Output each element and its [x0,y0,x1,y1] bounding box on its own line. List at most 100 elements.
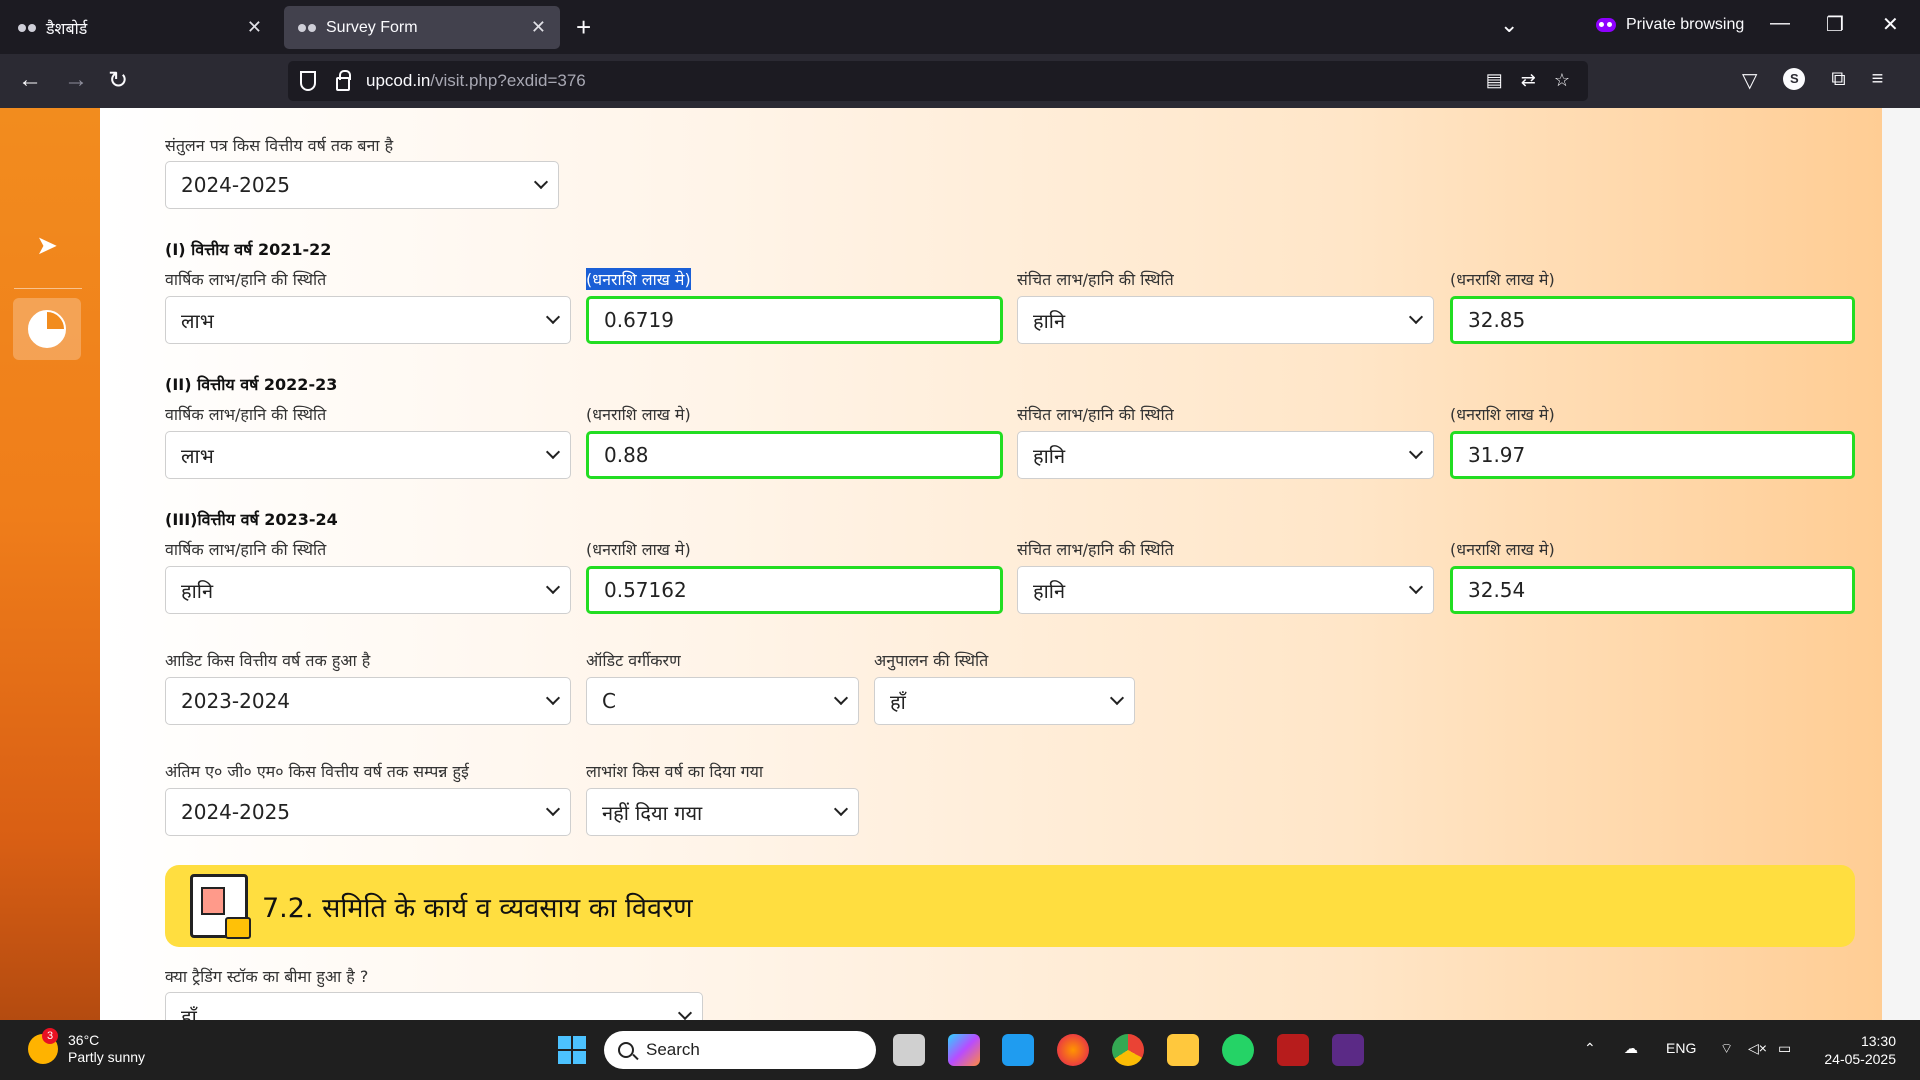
language-indicator[interactable]: ENG [1666,1040,1696,1056]
chevron-down-icon [677,1005,693,1020]
balance-sheet-select[interactable]: 2024-2025 [165,161,559,209]
translate-icon[interactable]: ⇄ [1521,70,1536,91]
firefox-icon[interactable] [1057,1034,1089,1066]
reload-icon[interactable]: ↻ [108,66,128,95]
battery-icon[interactable]: ▭ [1778,1040,1791,1057]
chevron-down-icon [833,801,849,817]
tab-title: डैशबोर्ड [46,20,88,38]
send-icon[interactable]: ➤ [13,214,81,276]
windows-start-icon[interactable] [558,1036,586,1064]
lock-icon[interactable] [336,70,351,91]
cumulative-status-label: संचित लाभ/हानि की स्थिति [1017,270,1174,289]
weather-temp: 36°C [68,1032,100,1048]
filezilla-icon[interactable] [1277,1034,1309,1066]
close-icon[interactable]: ✕ [247,17,262,38]
copilot-icon[interactable] [948,1034,980,1066]
back-icon[interactable]: ← [18,66,42,94]
cumulative-status-select[interactable]: हानि [1017,431,1434,479]
sidebar: ➤ [0,108,100,1020]
system-clock[interactable]: 13:30 24-05-2025 [1824,1032,1896,1068]
minimize-icon[interactable]: — [1770,12,1790,35]
chevron-down-icon [545,579,561,595]
close-icon[interactable]: ✕ [531,17,546,38]
cumulative-status-select[interactable]: हानि [1017,296,1434,344]
cumulative-status-label: संचित लाभ/हानि की स्थिति [1017,405,1174,424]
cumulative-amount-label: (धनराशि लाख मे) [1450,540,1555,559]
chevron-down-icon [533,174,549,190]
close-window-icon[interactable]: ✕ [1882,12,1899,37]
dividend-select[interactable]: नहीं दिया गया [586,788,859,836]
weather-sun-icon: 3 [28,1028,58,1064]
private-mask-icon [298,23,316,32]
forward-icon[interactable]: → [64,66,88,94]
agm-year-select[interactable]: 2024-2025 [165,788,571,836]
taskbar: 3 36°C Partly sunny Search ⌃ ☁ ENG ⌔ ◁× … [0,1020,1920,1080]
task-view-icon[interactable] [893,1034,925,1066]
annual-amount-input[interactable]: 0.6719 [586,296,1003,344]
year-heading-2: (II) वित्तीय वर्ष 2022-23 [165,375,338,394]
url-text[interactable]: upcod.in/visit.php?exdid=376 [366,71,586,91]
profile-avatar[interactable]: S [1783,68,1806,90]
chevron-down-icon [1408,444,1424,460]
chevron-down-icon [545,801,561,817]
chrome-icon[interactable] [1112,1034,1144,1066]
whatsapp-icon[interactable] [1222,1034,1254,1066]
cumulative-amount-input[interactable]: 32.54 [1450,566,1855,614]
extensions-icon[interactable]: ⧉ [1831,68,1845,93]
annual-status-select[interactable]: लाभ [165,431,571,479]
chevron-down-icon [1408,579,1424,595]
pie-chart-icon[interactable] [13,298,81,360]
audit-class-select[interactable]: C [586,677,859,725]
annual-amount-input[interactable]: 0.57162 [586,566,1003,614]
annual-amount-input[interactable]: 0.88 [586,431,1003,479]
chevron-down-icon [545,309,561,325]
tracking-protection-icon[interactable] [300,71,316,91]
amount-label: (धनराशि लाख मे) [586,268,691,290]
compliance-select[interactable]: हाँ [874,677,1135,725]
menu-icon[interactable]: ≡ [1872,68,1884,93]
compliance-label: अनुपालन की स्थिति [874,651,989,670]
weather-desc: Partly sunny [68,1049,146,1065]
amount-label: (धनराशि लाख मे) [586,405,691,424]
vscode-icon[interactable] [1002,1034,1034,1066]
cumulative-amount-input[interactable]: 31.97 [1450,431,1855,479]
wifi-icon[interactable]: ⌔ [1720,1040,1733,1058]
chevron-up-icon[interactable]: ⌃ [1584,1040,1596,1057]
weather-widget[interactable]: 3 36°C Partly sunny [28,1028,146,1066]
chevron-down-icon[interactable]: ⌄ [1500,12,1518,38]
bookmark-star-icon[interactable]: ☆ [1554,70,1570,91]
scroll-gutter [1882,108,1920,1020]
tab-dashboard[interactable]: डैशबोर्ड ✕ [4,6,276,49]
restore-icon[interactable]: ❐ [1826,12,1844,37]
annual-status-select[interactable]: हानि [165,566,571,614]
volume-muted-icon[interactable]: ◁× [1748,1040,1767,1057]
cumulative-status-select[interactable]: हानि [1017,566,1434,614]
document-lock-icon [190,874,251,939]
private-mask-icon [18,23,36,32]
chevron-down-icon [545,690,561,706]
chevron-down-icon [545,444,561,460]
tab-survey-form[interactable]: Survey Form ✕ [284,6,560,49]
annual-status-select[interactable]: लाभ [165,296,571,344]
audit-year-select[interactable]: 2023-2024 [165,677,571,725]
dividend-label: लाभांश किस वर्ष का दिया गया [586,762,764,781]
file-explorer-icon[interactable] [1167,1034,1199,1066]
pocket-icon[interactable]: ▽ [1742,68,1757,93]
reader-view-icon[interactable]: ▤ [1486,70,1503,91]
insurance-select[interactable]: हाँ [165,992,703,1020]
chevron-down-icon [1408,309,1424,325]
firefox-private-icon[interactable] [1332,1034,1364,1066]
private-browsing-indicator: Private browsing [1596,16,1744,34]
agm-year-label: अंतिम ए० जी० एम० किस वित्तीय वर्ष तक सम्… [165,762,469,781]
taskbar-search[interactable]: Search [604,1031,876,1069]
navigation-bar: ← → ↻ upcod.in/visit.php?exdid=376 ▤ ⇄ ☆… [0,54,1920,108]
url-bar[interactable]: upcod.in/visit.php?exdid=376 ▤ ⇄ ☆ [288,61,1588,101]
cumulative-amount-input[interactable]: 32.85 [1450,296,1855,344]
audit-year-label: आडिट किस वित्तीय वर्ष तक हुआ है [165,651,371,670]
cumulative-status-label: संचित लाभ/हानि की स्थिति [1017,540,1174,559]
annual-status-label: वार्षिक लाभ/हानि की स्थिति [165,270,327,289]
section-title: 7.2. समिति के कार्य व व्यवसाय का विवरण [262,892,693,924]
new-tab-button[interactable]: + [576,12,591,42]
chevron-down-icon [833,690,849,706]
onedrive-icon[interactable]: ☁ [1624,1040,1638,1057]
